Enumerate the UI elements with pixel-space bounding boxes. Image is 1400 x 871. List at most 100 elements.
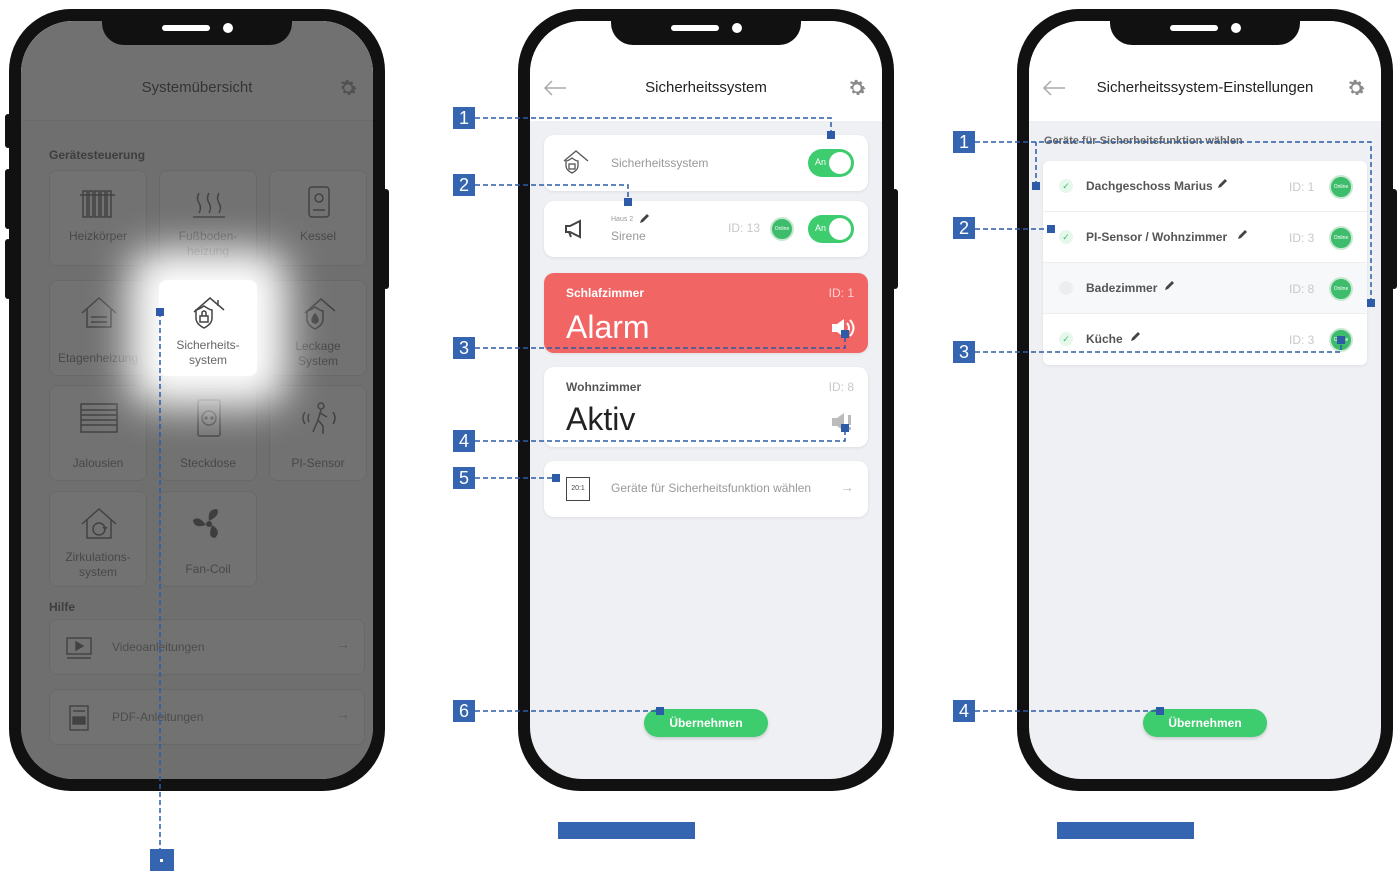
alarm-card[interactable]: Schlafzimmer ID: 1 Alarm: [544, 273, 868, 353]
tile-security-system[interactable]: Sicherheits- system: [159, 280, 257, 376]
edit-pencil-icon[interactable]: [1237, 228, 1249, 240]
siren-label: Sirene: [611, 229, 646, 243]
marker-dot: [827, 131, 835, 139]
device-name: Dachgeschoss Marius: [1086, 179, 1213, 193]
gear-icon[interactable]: [1345, 77, 1367, 99]
marker-dot: [841, 330, 849, 338]
device-name: Badezimmer: [1086, 281, 1158, 295]
help-label: Videoanleitungen: [112, 640, 205, 654]
callout-2: 2: [453, 174, 475, 196]
video-icon: [66, 637, 92, 659]
caption-bar: [558, 822, 695, 839]
marker-dot: [156, 308, 164, 316]
gear-icon[interactable]: [846, 77, 868, 99]
marker-dot: [552, 474, 560, 482]
device-row[interactable]: ✓ PI-Sensor / Wohnzimmer ID: 3 Online: [1043, 212, 1367, 263]
tile-leak-system[interactable]: Leckage System: [269, 280, 367, 376]
marker-dot: [1047, 225, 1055, 233]
phone-security-system: Sicherheitssystem Sicherheitssystem An H…: [518, 9, 898, 791]
marker-dot: [624, 198, 632, 206]
edit-pencil-icon[interactable]: [1164, 279, 1176, 291]
room-id: ID: 1: [828, 286, 854, 300]
device-row[interactable]: ✓ Dachgeschoss Marius ID: 1 Online: [1043, 161, 1367, 212]
phone-overview: Systemübersicht Gerätesteuerung Heizkörp…: [5, 9, 389, 791]
active-card[interactable]: Wohnzimmer ID: 8 Aktiv: [544, 367, 868, 447]
marker-box: [150, 849, 174, 871]
room-id: ID: 8: [828, 380, 854, 394]
tile-floor-unit-heating[interactable]: Etagenheizung: [49, 280, 147, 376]
boiler-icon: [308, 186, 330, 218]
select-devices-row[interactable]: 20:1 Geräte für Sicherheitsfunktion wähl…: [544, 461, 868, 517]
tile-label: Kessel: [299, 229, 337, 243]
tile-boiler[interactable]: Kessel: [269, 170, 367, 266]
device-id: ID: 1: [1289, 180, 1315, 194]
socket-icon: [197, 399, 221, 437]
system-label: Sicherheitssystem: [611, 156, 709, 170]
arrow-right-icon: →: [336, 706, 350, 722]
tile-fan-coil[interactable]: Fan-Coil: [159, 491, 257, 587]
gear-icon[interactable]: [337, 77, 359, 99]
callout-3: 3: [953, 341, 975, 363]
marker-dot: [1032, 182, 1040, 190]
tile-label: Jalousien: [72, 456, 124, 470]
checkbox-unchecked[interactable]: [1059, 281, 1073, 295]
tile-motion-sensor[interactable]: PI-Sensor: [269, 385, 367, 481]
circulation-house-icon: [81, 507, 117, 539]
device-id: ID: 3: [1289, 231, 1315, 245]
device-id: ID: 8: [1289, 282, 1315, 296]
online-status-icon: Online: [770, 217, 794, 241]
device-row[interactable]: Badezimmer ID: 8 Online: [1043, 263, 1367, 314]
blinds-icon: [80, 403, 118, 433]
page-title: Sicherheitssystem-Einstellungen: [1096, 79, 1314, 96]
callout-1: 1: [453, 107, 475, 129]
tile-label: Heizkörper: [68, 229, 128, 243]
leak-house-icon: [304, 298, 336, 330]
tile-socket[interactable]: Steckdose: [159, 385, 257, 481]
security-house-icon: [563, 150, 589, 174]
marker-dot: [1337, 336, 1345, 344]
security-house-icon: [193, 297, 225, 329]
tile-label: PI-Sensor: [291, 456, 345, 470]
tile-circulation[interactable]: Zirkulations- system: [49, 491, 147, 587]
security-system-toggle[interactable]: An: [808, 149, 854, 177]
tile-label: Leckage System: [295, 339, 341, 368]
online-status-icon: Online: [1329, 277, 1353, 301]
active-state: Aktiv: [566, 401, 636, 437]
tile-radiator[interactable]: Heizkörper: [49, 170, 147, 266]
online-status-icon: Online: [1329, 175, 1353, 199]
section-label: Geräte für Sicherheitsfunktion wählen: [1044, 135, 1243, 147]
callout-5: 5: [453, 467, 475, 489]
page-title: Systemübersicht: [141, 79, 253, 96]
help-pdf-guides[interactable]: PDF-Anleitungen →: [49, 689, 365, 745]
device-row[interactable]: ✓ Küche ID: 3 Online: [1043, 314, 1367, 365]
tile-label: Steckdose: [179, 456, 237, 470]
radiator-icon: [80, 190, 115, 218]
help-video-tutorials[interactable]: Videoanleitungen →: [49, 619, 365, 675]
marker-dot: [656, 707, 664, 715]
tile-floor-heating[interactable]: Fußboden- heizung: [159, 170, 257, 266]
alarm-state: Alarm: [566, 309, 650, 345]
pdf-icon: [69, 705, 89, 731]
siren-row: Haus 2 Sirene ID: 13 Online An: [544, 201, 868, 257]
tile-blinds[interactable]: Jalousien: [49, 385, 147, 481]
tile-label: Etagenheizung: [57, 351, 139, 365]
house-icon: [81, 296, 117, 328]
callout-1: 1: [953, 131, 975, 153]
help-label: PDF-Anleitungen: [112, 710, 204, 724]
edit-pencil-icon[interactable]: [1130, 330, 1142, 342]
callout-6: 6: [453, 700, 475, 722]
tile-label: Fußboden- heizung: [178, 229, 238, 258]
edit-pencil-icon[interactable]: [1217, 177, 1229, 189]
checkbox-checked[interactable]: ✓: [1059, 332, 1073, 346]
page-title: Sicherheitssystem: [645, 79, 767, 96]
device-name: PI-Sensor / Wohnzimmer: [1086, 230, 1228, 244]
siren-toggle[interactable]: An: [808, 215, 854, 243]
floor-heating-icon: [193, 192, 225, 218]
tile-label: Fan-Coil: [185, 562, 231, 576]
megaphone-icon: [565, 219, 581, 239]
room-name: Schlafzimmer: [566, 286, 645, 300]
checkbox-checked[interactable]: ✓: [1059, 230, 1073, 244]
checkbox-checked[interactable]: ✓: [1059, 179, 1073, 193]
edit-pencil-icon[interactable]: [639, 212, 651, 224]
motion-sensor-icon: [302, 402, 336, 434]
